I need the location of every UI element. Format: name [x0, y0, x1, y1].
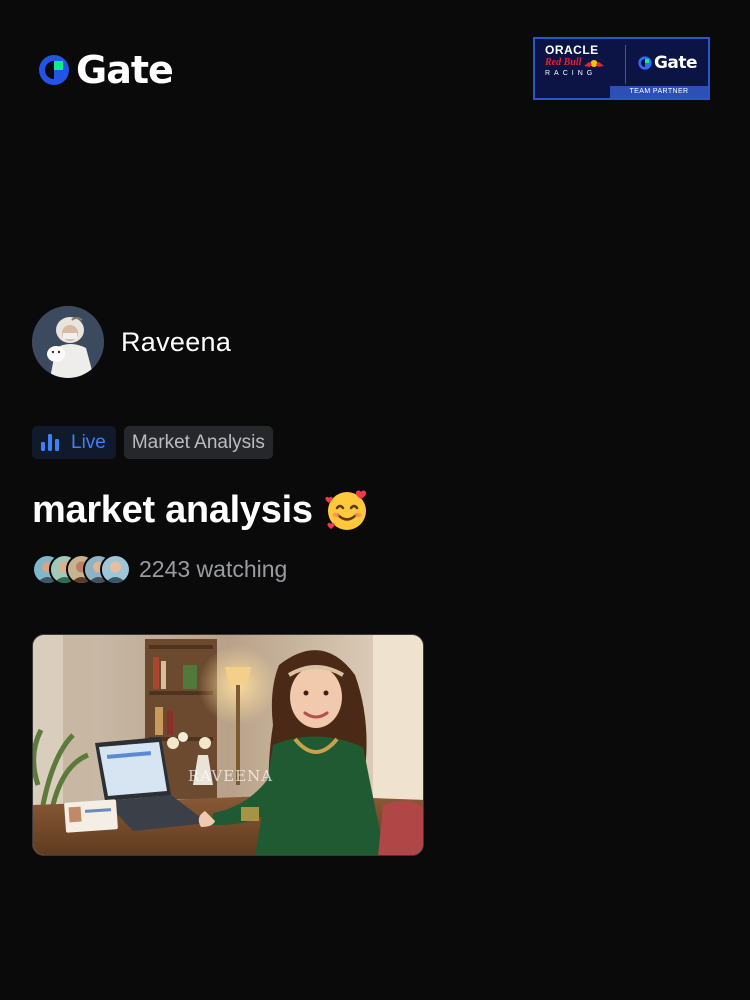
host-profile[interactable]: Raveena	[32, 306, 231, 378]
stream-thumbnail[interactable]: RAVEENA	[32, 634, 424, 856]
live-label: Live	[71, 431, 106, 453]
red-bull-icon	[584, 59, 605, 67]
gate-logo-icon	[39, 55, 69, 85]
live-tag: Live	[32, 426, 116, 459]
stream-tags: Live Market Analysis	[32, 426, 273, 459]
team-partner-label: TEAM PARTNER	[610, 86, 708, 98]
viewer-avatar	[100, 554, 131, 585]
stream-title-text: market analysis	[32, 488, 313, 531]
team-partner-badge: ORACLE Red Bull RACING Gate TEAM PARTNER	[533, 37, 710, 100]
stream-title: market analysis	[32, 486, 371, 534]
logo-text: Gate	[76, 48, 174, 92]
host-avatar-image	[32, 306, 104, 378]
category-tag[interactable]: Market Analysis	[123, 426, 273, 459]
bar-chart-icon	[41, 434, 59, 451]
live-stream-page: Gate ORACLE Red Bull RACING Gate TEAM PA…	[0, 0, 750, 1000]
viewer-count: 2243 watching	[139, 556, 288, 582]
viewer-avatars	[32, 554, 131, 585]
redbull-text: Red Bull	[545, 57, 582, 68]
host-avatar[interactable]	[32, 306, 104, 378]
gate-small-logo-icon	[638, 55, 652, 70]
stream-preview-image	[33, 635, 423, 855]
host-name[interactable]: Raveena	[121, 327, 231, 358]
gate-logo[interactable]: Gate	[36, 48, 174, 92]
oracle-text: ORACLE	[545, 43, 599, 57]
racing-text: RACING	[545, 70, 597, 77]
thumbnail-watermark: RAVEENA	[188, 767, 274, 785]
viewer-info: 2243 watching	[32, 554, 287, 585]
smiling-face-with-hearts-icon	[325, 490, 366, 530]
badge-gate-text: Gate	[653, 52, 698, 73]
